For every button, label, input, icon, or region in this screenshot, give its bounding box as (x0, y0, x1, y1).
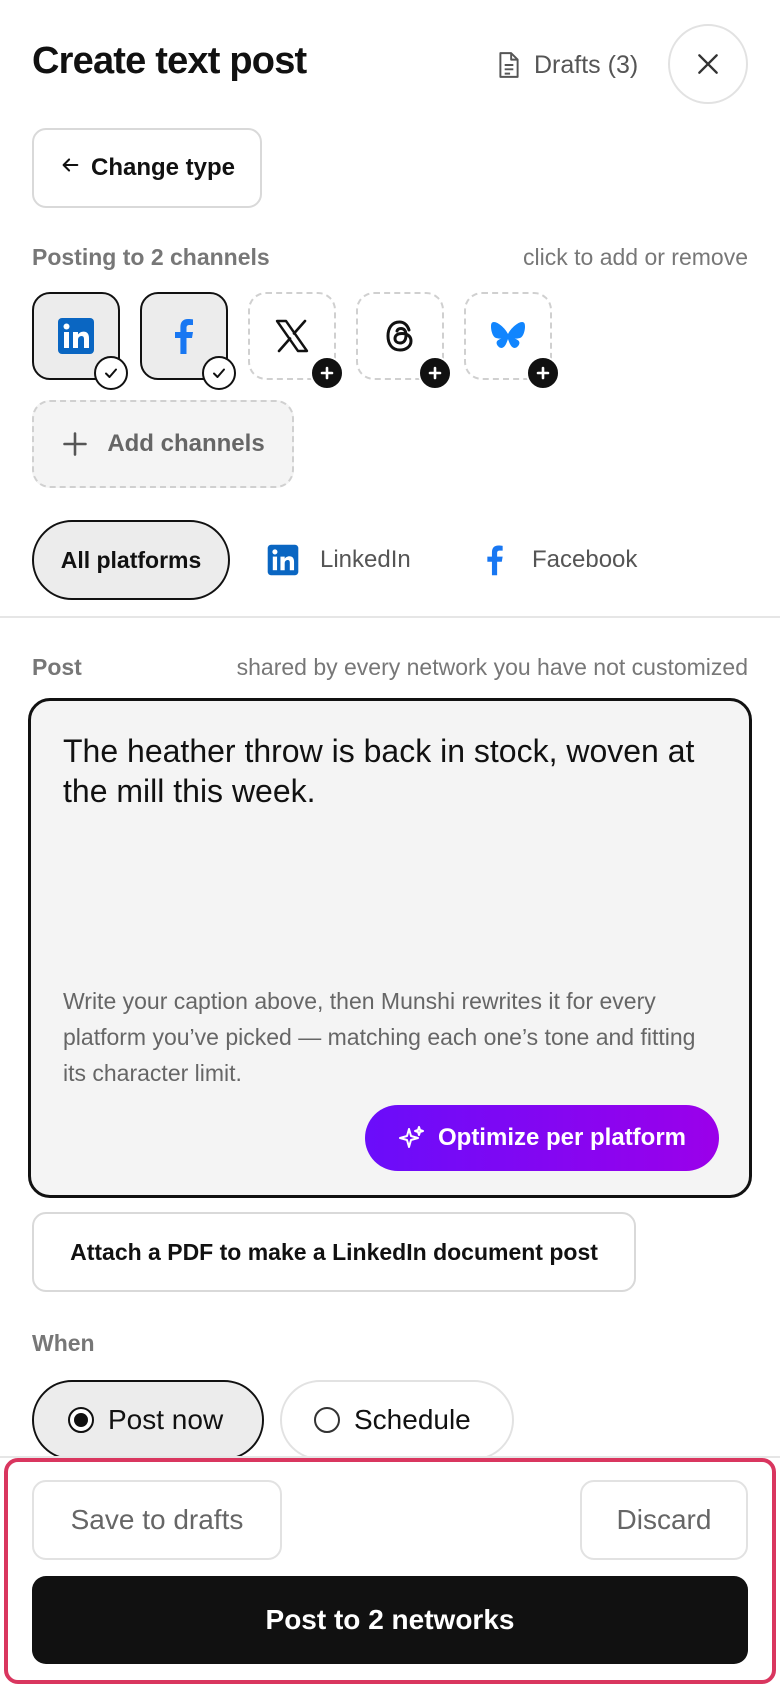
post-now-option[interactable]: Post now (32, 1380, 264, 1460)
post-to-networks-button[interactable]: Post to 2 networks (32, 1576, 748, 1664)
bluesky-butterfly-icon (491, 322, 525, 348)
arrow-left-icon (62, 158, 79, 172)
threads-icon (386, 320, 413, 352)
channel-facebook[interactable] (140, 292, 236, 390)
channels-hint: click to add or remove (523, 244, 748, 270)
selected-check-icon (202, 356, 236, 390)
discard-label: Discard (616, 1504, 712, 1535)
selected-check-icon (94, 356, 128, 390)
post-editor[interactable]: The heather throw is back in stock, wove… (28, 698, 752, 1198)
add-plus-icon (418, 356, 452, 390)
channel-threads[interactable] (356, 292, 452, 390)
x-icon (275, 319, 309, 353)
change-type-button[interactable]: Change type (32, 128, 262, 208)
post-hint: shared by every network you have not cus… (236, 654, 748, 680)
close-button[interactable] (668, 24, 748, 104)
linkedin-icon (58, 318, 94, 354)
post-to-networks-label: Post to 2 networks (265, 1604, 515, 1635)
tab-linkedin[interactable]: LinkedIn (266, 520, 411, 600)
add-plus-icon (310, 356, 344, 390)
add-plus-icon (526, 356, 560, 390)
post-text[interactable]: The heather throw is back in stock, wove… (63, 731, 713, 811)
linkedin-icon (267, 544, 299, 576)
channels-label: Posting to 2 channels (32, 244, 270, 270)
post-now-label: Post now (108, 1404, 224, 1435)
page-title: Create text post (32, 40, 307, 82)
facebook-icon (175, 319, 193, 354)
drafts-label: Drafts (3) (534, 50, 639, 79)
optimize-label: Optimize per platform (437, 1124, 687, 1151)
attach-pdf-button[interactable]: Attach a PDF to make a LinkedIn document… (32, 1212, 636, 1292)
save-to-drafts-label: Save to drafts (70, 1504, 244, 1535)
post-label: Post (32, 654, 82, 680)
close-icon (698, 54, 718, 74)
channel-linkedin[interactable] (32, 292, 128, 390)
tab-all-platforms[interactable]: All platforms (32, 520, 230, 600)
document-icon (499, 52, 519, 78)
change-type-label: Change type (90, 154, 236, 181)
sparkle-icon (398, 1126, 424, 1148)
plus-icon (63, 432, 88, 456)
save-to-drafts-button[interactable]: Save to drafts (32, 1480, 282, 1560)
divider (0, 616, 780, 618)
schedule-option[interactable]: Schedule (280, 1380, 514, 1460)
add-channels-button[interactable]: Add channels (32, 400, 294, 488)
tab-facebook[interactable]: Facebook (478, 520, 637, 600)
channel-bluesky[interactable] (464, 292, 560, 390)
when-label: When (32, 1330, 95, 1356)
facebook-icon (487, 545, 503, 576)
optimize-per-platform-button[interactable]: Optimize per platform (365, 1105, 719, 1171)
tab-facebook-label: Facebook (532, 546, 638, 573)
tab-all-label: All platforms (60, 546, 202, 573)
add-channels-label: Add channels (107, 430, 265, 457)
schedule-label: Schedule (354, 1404, 471, 1435)
radio-unselected-icon (314, 1407, 340, 1433)
post-helper-text: Write your caption above, then Munshi re… (63, 988, 696, 1086)
drafts-button[interactable]: Drafts (3) (496, 46, 638, 84)
radio-selected-icon (68, 1407, 94, 1433)
discard-button[interactable]: Discard (580, 1480, 748, 1560)
channel-x[interactable] (248, 292, 344, 390)
attach-pdf-label: Attach a PDF to make a LinkedIn document… (70, 1238, 598, 1265)
tab-linkedin-label: LinkedIn (320, 546, 411, 573)
